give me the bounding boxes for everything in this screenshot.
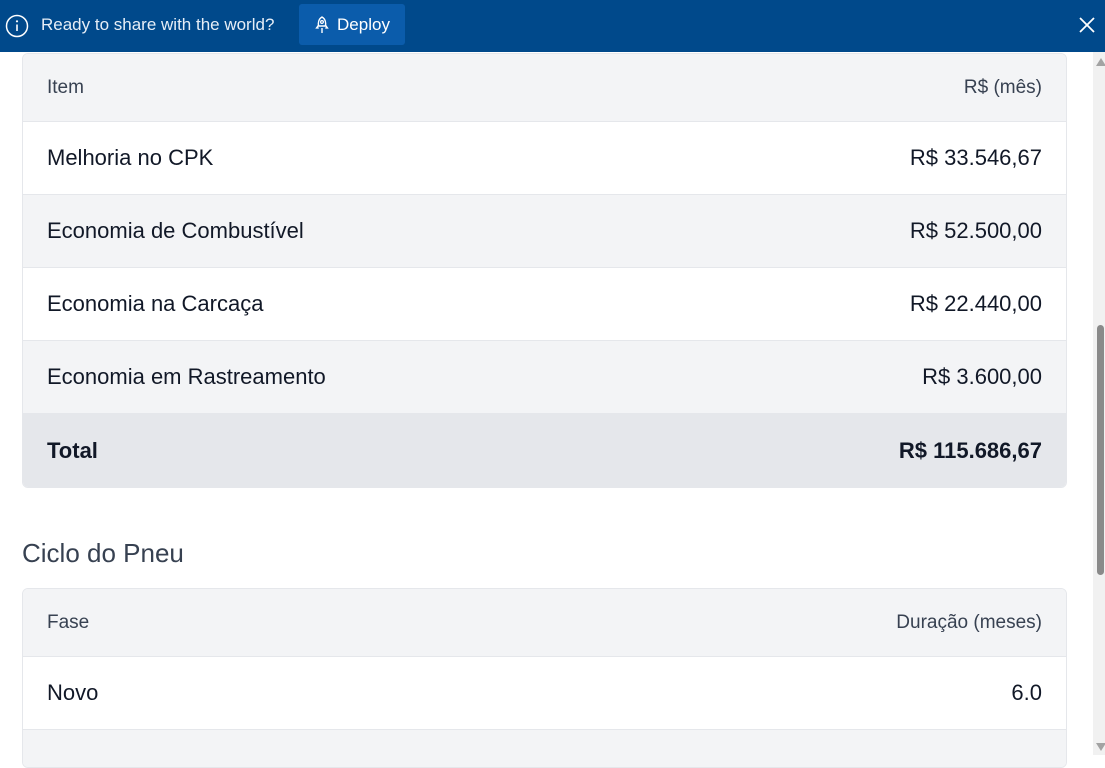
banner-message: Ready to share with the world? — [41, 15, 275, 34]
row-item: Economia de Combustível — [47, 218, 304, 243]
column-header-duration: Duração (meses) — [896, 611, 1042, 633]
deploy-button-label: Deploy — [337, 14, 390, 34]
scroll-up-arrow-icon[interactable] — [1096, 58, 1105, 66]
table-header: Fase Duração (meses) — [23, 589, 1066, 657]
row-phase: Novo — [47, 680, 99, 705]
tire-cycle-table: Fase Duração (meses) Novo 6.0 — [22, 588, 1067, 768]
column-header-value: R$ (mês) — [963, 76, 1042, 98]
table-row — [23, 730, 1066, 767]
row-value: R$ 52.500,00 — [909, 218, 1042, 243]
column-header-item: Item — [47, 76, 84, 98]
deploy-banner: Ready to share with the world? Deploy — [0, 0, 1105, 52]
row-item: Melhoria no CPK — [47, 145, 214, 170]
table-row: Economia na Carcaça R$ 22.440,00 — [23, 268, 1066, 341]
row-value: R$ 3.600,00 — [922, 364, 1042, 389]
table-row: Novo 6.0 — [23, 657, 1066, 730]
table-header: Item R$ (mês) — [23, 54, 1066, 122]
section-title: Ciclo do Pneu — [22, 538, 184, 568]
column-header-phase: Fase — [47, 611, 90, 633]
total-row: Total R$ 115.686,67 — [23, 414, 1066, 487]
scrollbar-thumb[interactable] — [1097, 325, 1104, 575]
table-row: Economia em Rastreamento R$ 3.600,00 — [23, 341, 1066, 414]
total-label: Total — [47, 437, 98, 463]
close-icon[interactable] — [1077, 15, 1097, 35]
scroll-down-arrow-icon[interactable] — [1096, 743, 1105, 751]
rocket-icon — [315, 15, 329, 33]
total-value: R$ 115.686,67 — [898, 437, 1042, 463]
row-item: Economia na Carcaça — [47, 291, 264, 316]
table-row: Melhoria no CPK R$ 33.546,67 — [23, 122, 1066, 195]
deploy-button[interactable]: Deploy — [299, 4, 405, 45]
row-item: Economia em Rastreamento — [47, 364, 326, 389]
table-row: Economia de Combustível R$ 52.500,00 — [23, 195, 1066, 268]
row-value: R$ 33.546,67 — [909, 145, 1042, 170]
savings-table: Item R$ (mês) Melhoria no CPK R$ 33.546,… — [22, 53, 1067, 488]
info-icon — [5, 14, 29, 38]
row-duration: 6.0 — [1011, 680, 1042, 705]
row-value: R$ 22.440,00 — [909, 291, 1042, 316]
